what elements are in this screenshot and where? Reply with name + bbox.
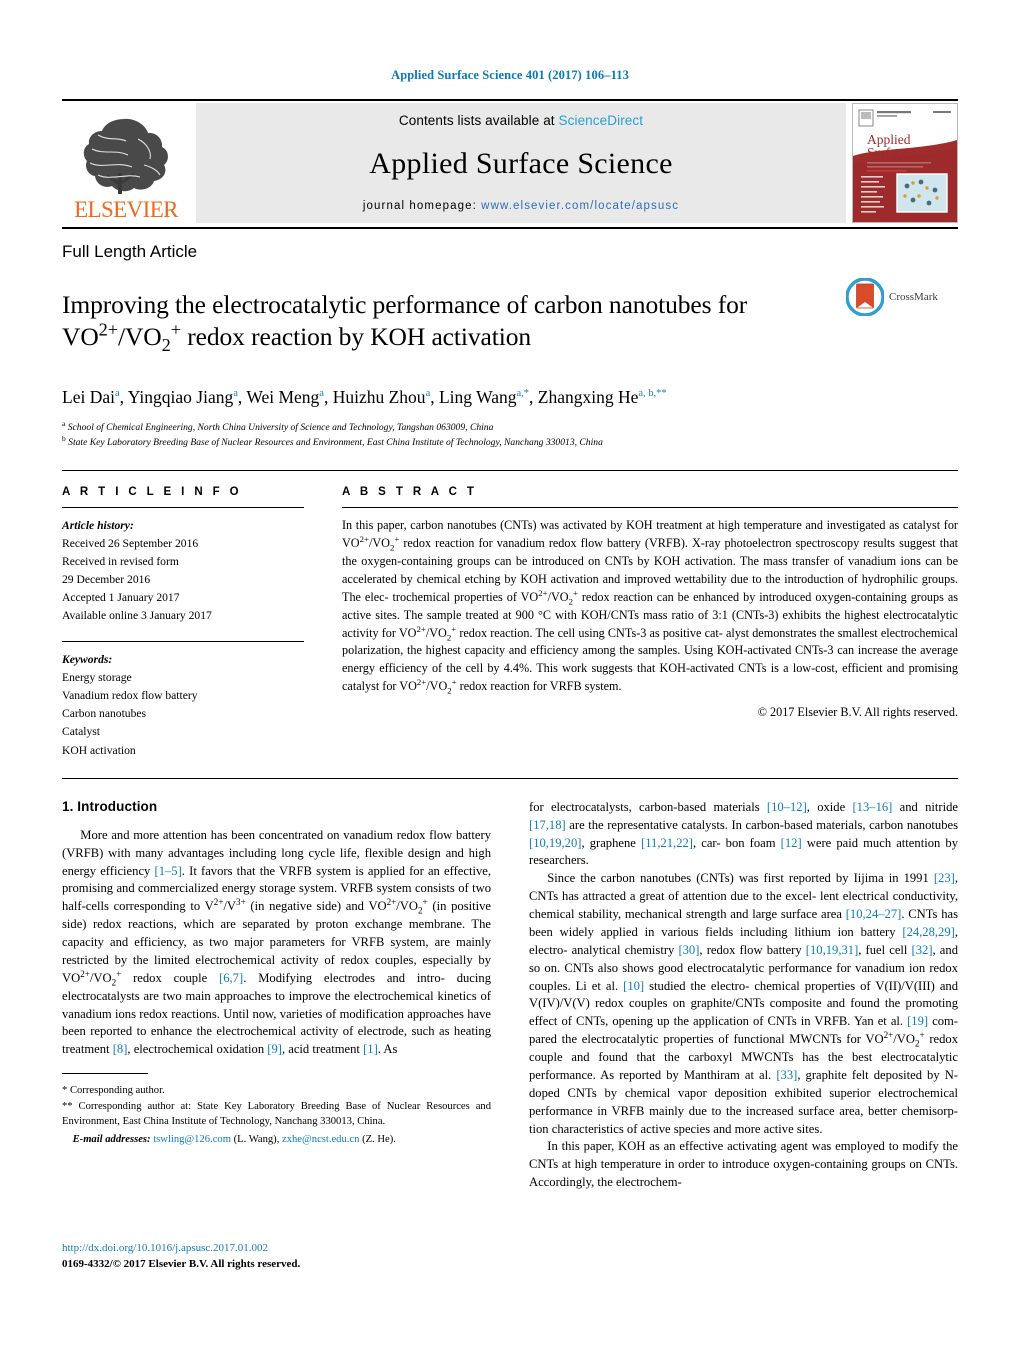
article-info-column: A R T I C L E I N F O Article history: R… xyxy=(62,486,320,760)
crossmark-label: CrossMark xyxy=(889,291,938,303)
citation-ref[interactable]: [32] xyxy=(912,943,933,957)
intro-paragraph-1-cont: for electrocatalysts, carbon-based mater… xyxy=(529,799,958,868)
intro-paragraph-3: In this paper, KOH as an effective activ… xyxy=(529,1139,958,1190)
keywords-list: Keywords: Energy storage Vanadium redox … xyxy=(62,651,304,760)
citation-ref[interactable]: [17,18] xyxy=(529,818,566,832)
cover-art: Applied Surface Science xyxy=(853,104,957,222)
elsevier-logo: ELSEVIER xyxy=(62,103,190,223)
issn-copyright: 0169-4332/© 2017 Elsevier B.V. All right… xyxy=(62,1258,301,1271)
keyword-item: Vanadium redox flow battery xyxy=(62,689,198,703)
affiliation-a: a School of Chemical Engineering, North … xyxy=(62,418,494,434)
abstract-text: In this paper, carbon nanotubes (CNTs) w… xyxy=(342,517,958,696)
keyword-item: Catalyst xyxy=(62,725,100,739)
history-item: Accepted 1 January 2017 xyxy=(62,590,180,604)
citation-ref[interactable]: [6,7] xyxy=(219,971,243,985)
email-link-2[interactable]: zxhe@ncst.edu.cn xyxy=(282,1134,359,1145)
affiliation-list: a School of Chemical Engineering, North … xyxy=(62,418,958,451)
keywords-rule xyxy=(62,640,304,642)
email-link-1[interactable]: tswling@126.com xyxy=(153,1134,231,1145)
contents-prefix: Contents lists available at xyxy=(398,113,559,128)
doi-link[interactable]: http://dx.doi.org/10.1016/j.apsusc.2017.… xyxy=(62,1241,492,1257)
citation-ref[interactable]: [11,21,22] xyxy=(641,836,693,850)
body-column-right: for electrocatalysts, carbon-based mater… xyxy=(529,799,958,1192)
affiliation-b: b State Key Laboratory Breeding Base of … xyxy=(62,433,603,449)
citation-ref[interactable]: [10,19,20] xyxy=(529,836,581,850)
info-top-rule xyxy=(62,469,958,471)
footnotes-block: * Corresponding author. ** Corresponding… xyxy=(62,1073,491,1147)
info-bottom-rule xyxy=(62,777,958,779)
history-item: Received 26 September 2016 xyxy=(62,536,199,550)
citation-ref[interactable]: [9] xyxy=(267,1042,282,1056)
article-type-label: Full Length Article xyxy=(62,242,198,261)
homepage-prefix: journal homepage: xyxy=(362,200,482,212)
footnote-corresponding-author-2: ** Corresponding author at: State Key La… xyxy=(62,1100,491,1128)
section-heading-introduction: 1. Introduction xyxy=(62,798,158,814)
body-column-left: 1. Introduction More and more attention … xyxy=(62,799,491,1192)
running-head: Applied Surface Science 401 (2017) 106–1… xyxy=(391,68,629,82)
homepage-url-link[interactable]: www.elsevier.com/locate/apsusc xyxy=(481,200,679,212)
contents-available-line: Contents lists available at ScienceDirec… xyxy=(399,113,643,128)
citation-ref[interactable]: [1–5] xyxy=(155,864,182,878)
page-title: Improving the electrocatalytic performan… xyxy=(62,289,838,356)
keyword-item: Carbon nanotubes xyxy=(62,707,147,721)
citation-ref[interactable]: [12] xyxy=(781,836,802,850)
affiliation-b-text: State Key Laboratory Breeding Base of Nu… xyxy=(68,437,603,449)
citation-ref[interactable]: [24,28,29] xyxy=(902,925,954,939)
journal-homepage-line: journal homepage: www.elsevier.com/locat… xyxy=(363,200,679,212)
citation-ref[interactable]: [10–12] xyxy=(767,800,807,814)
sciencedirect-link[interactable]: ScienceDirect xyxy=(559,113,644,128)
masthead-center: Contents lists available at ScienceDirec… xyxy=(196,103,846,223)
abstract-rule xyxy=(342,506,958,508)
masthead-bottom-rule xyxy=(62,227,958,229)
article-history-title: Article history: xyxy=(62,518,134,532)
article-info-rule xyxy=(62,506,304,508)
citation-ref[interactable]: [30] xyxy=(678,943,699,957)
keywords-title: Keywords: xyxy=(62,652,113,666)
title-line-2: VO2+/VO2+ redox reaction by KOH activati… xyxy=(62,319,532,356)
email-owner-2: (Z. He). xyxy=(362,1133,396,1145)
elsevier-wordmark: ELSEVIER xyxy=(74,197,178,222)
doi-block: http://dx.doi.org/10.1016/j.apsusc.2017.… xyxy=(62,1241,492,1273)
elsevier-tree-icon xyxy=(83,118,168,194)
paper-page: Applied Surface Science 401 (2017) 106–1… xyxy=(0,0,1020,1351)
author-list: Lei Daia, Yingqiao Jianga, Wei Menga, Hu… xyxy=(62,387,667,408)
email-label: E-mail addresses: xyxy=(72,1133,151,1145)
citation-ref[interactable]: [19] xyxy=(907,1014,928,1028)
intro-paragraph-1: More and more attention has been concent… xyxy=(62,827,491,1057)
info-abstract-block: A R T I C L E I N F O Article history: R… xyxy=(62,486,958,760)
citation-ref[interactable]: [33] xyxy=(776,1068,797,1082)
svg-text:Surface Science: Surface Science xyxy=(867,145,954,160)
footnote-emails: E-mail addresses: tswling@126.com (L. Wa… xyxy=(62,1132,491,1147)
article-info-heading: A R T I C L E I N F O xyxy=(62,485,243,498)
citation-ref[interactable]: [10,19,31] xyxy=(806,943,858,957)
body-columns: 1. Introduction More and more attention … xyxy=(62,799,958,1192)
history-item: 29 December 2016 xyxy=(62,572,151,586)
title-line-1: Improving the electrocatalytic performan… xyxy=(62,290,748,320)
citation-ref[interactable]: [13–16] xyxy=(852,800,892,814)
citation-ref[interactable]: [10] xyxy=(623,979,644,993)
crossmark-icon xyxy=(846,278,884,316)
history-item: Available online 3 January 2017 xyxy=(62,608,212,622)
citation-ref[interactable]: [8] xyxy=(113,1042,128,1056)
history-item: Received in revised form xyxy=(62,554,179,568)
journal-masthead: ELSEVIER Contents lists available at Sci… xyxy=(62,99,958,223)
abstract-column: A B S T R A C T In this paper, carbon na… xyxy=(320,486,958,760)
journal-cover-thumbnail: Applied Surface Science xyxy=(852,103,958,223)
email-owner-1: (L. Wang), xyxy=(233,1133,280,1145)
footnote-corresponding-author: * Corresponding author. xyxy=(62,1085,165,1097)
citation-ref[interactable]: [10,24–27] xyxy=(846,907,902,921)
abstract-copyright: © 2017 Elsevier B.V. All rights reserved… xyxy=(757,705,958,720)
journal-title: Applied Surface Science xyxy=(369,147,673,180)
title-row: Improving the electrocatalytic performan… xyxy=(62,272,958,370)
crossmark-badge[interactable]: CrossMark xyxy=(846,272,958,316)
keyword-item: Energy storage xyxy=(62,670,132,684)
title-line-2-rest: redox reaction by KOH activation xyxy=(180,322,532,352)
affiliation-a-text: School of Chemical Engineering, North Ch… xyxy=(67,422,494,434)
keyword-item: KOH activation xyxy=(62,743,136,757)
intro-paragraph-2: Since the carbon nanotubes (CNTs) was fi… xyxy=(529,871,959,1136)
citation-ref[interactable]: [23] xyxy=(934,871,955,885)
article-history: Article history: Received 26 September 2… xyxy=(62,517,304,625)
citation-ref[interactable]: [1] xyxy=(363,1042,378,1056)
abstract-heading: A B S T R A C T xyxy=(342,485,478,498)
